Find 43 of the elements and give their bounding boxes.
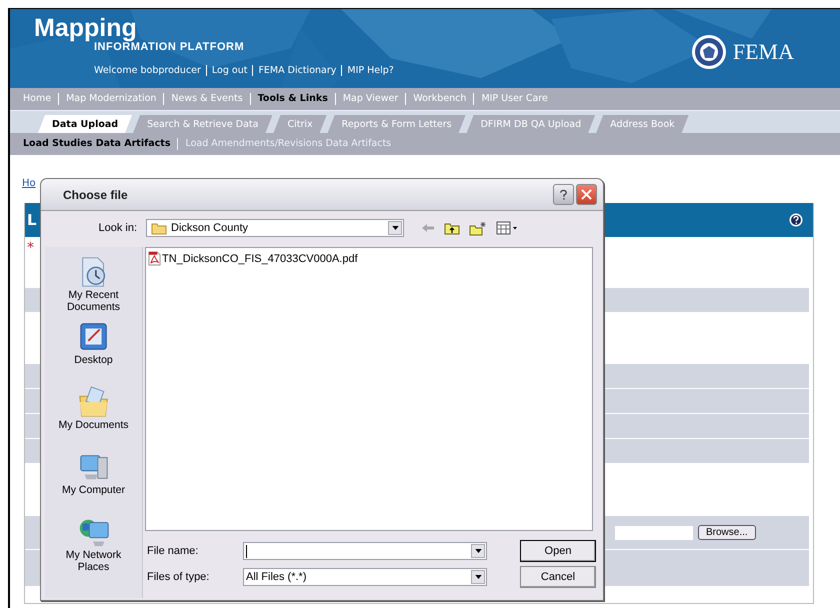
- file-type-dropdown[interactable]: All Files (*.*): [243, 568, 487, 586]
- header-link[interactable]: MIP Help?: [342, 65, 399, 76]
- new-folder-icon[interactable]: [469, 220, 487, 236]
- file-path-field[interactable]: [615, 526, 693, 540]
- tab[interactable]: Data Upload: [38, 115, 132, 133]
- browse-button[interactable]: Browse...: [698, 525, 756, 540]
- file-name-field[interactable]: [243, 542, 487, 560]
- file-name-label: File name:: [147, 545, 200, 557]
- header-link[interactable]: FEMA Dictionary: [253, 65, 342, 76]
- header-link[interactable]: Welcome bobproducer: [94, 65, 207, 76]
- text-cursor: [246, 544, 247, 558]
- question-mark-icon: [559, 188, 568, 200]
- place-shortcut[interactable]: My Network Places: [54, 515, 134, 580]
- place-shortcut[interactable]: My Recent Documents: [54, 255, 134, 320]
- required-mark: *: [27, 241, 35, 255]
- close-icon: [581, 189, 592, 200]
- file-item[interactable]: TN_DicksonCO_FIS_47033CV000A.pdf: [148, 251, 590, 266]
- folder-up-icon[interactable]: [444, 221, 460, 235]
- header-link[interactable]: Log out: [206, 65, 254, 76]
- view-menu-icon[interactable]: [496, 221, 518, 235]
- folder-icon: [76, 385, 110, 419]
- file-type-label: Files of type:: [147, 571, 210, 583]
- place-shortcut[interactable]: My Documents: [54, 385, 134, 450]
- help-icon[interactable]: [789, 213, 803, 227]
- subnav-link[interactable]: Load Studies Data Artifacts: [16, 138, 178, 150]
- pdf-file-icon: [148, 251, 161, 266]
- close-button[interactable]: [576, 184, 597, 205]
- site-subtitle: INFORMATION PLATFORM: [94, 41, 246, 53]
- nav-link[interactable]: Tools & Links: [250, 93, 336, 105]
- place-shortcut[interactable]: My Computer: [54, 450, 134, 515]
- open-button[interactable]: Open: [520, 540, 596, 562]
- dialog-title: Choose file: [63, 188, 129, 202]
- site-title: Mapping: [34, 15, 138, 41]
- place-shortcut[interactable]: Desktop: [54, 320, 134, 385]
- folder-icon: [151, 221, 167, 235]
- seal-icon: [690, 34, 727, 70]
- logo-text: FEMA: [732, 39, 794, 65]
- panel-title: L: [27, 211, 37, 229]
- look-in-dropdown[interactable]: Dickson County: [146, 219, 404, 237]
- cancel-button[interactable]: Cancel: [520, 566, 596, 588]
- look-in-label: Look in:: [97, 222, 137, 234]
- help-button[interactable]: [553, 184, 574, 205]
- breadcrumb-link[interactable]: Ho: [22, 178, 36, 189]
